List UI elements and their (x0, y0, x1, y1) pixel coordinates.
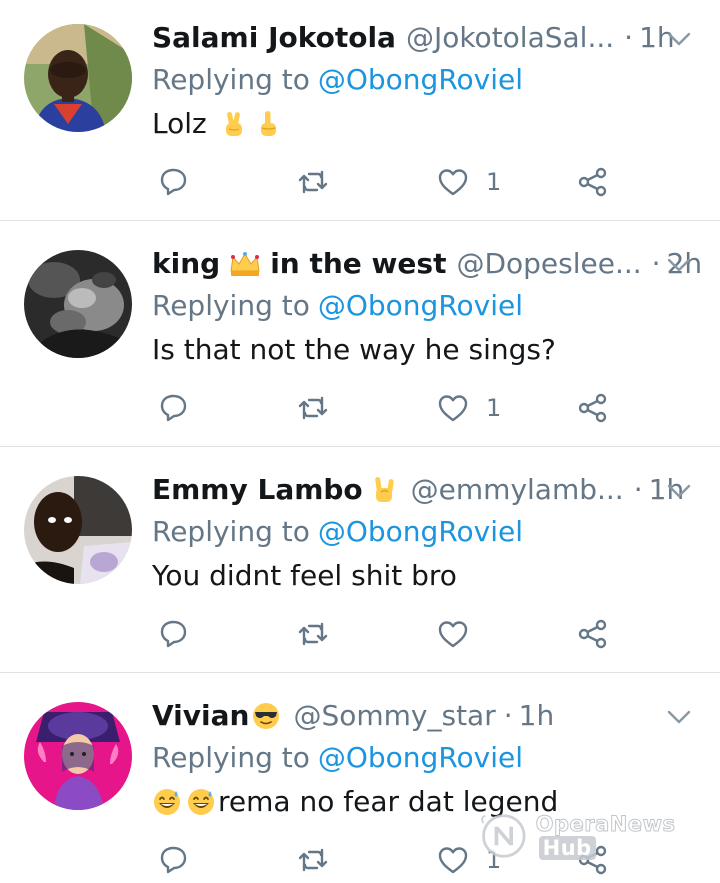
replying-to-line: Replying to @ObongRoviel (152, 286, 523, 326)
retweet-icon (298, 848, 328, 872)
replying-to-line: Replying to @ObongRoviel (152, 738, 523, 778)
heart-icon (438, 621, 468, 648)
reply-icon (160, 620, 187, 648)
retweet-button[interactable] (296, 160, 330, 204)
avatar[interactable] (24, 24, 132, 132)
avatar[interactable] (24, 250, 132, 358)
crown-icon (228, 249, 262, 279)
divider (0, 220, 720, 221)
mention-link[interactable]: @ObongRoviel (318, 289, 523, 322)
retweet-button[interactable] (296, 612, 330, 656)
separator-dot: · (651, 247, 661, 280)
tweet[interactable]: Emmy Lambo @emmylamb... · 1h Replying to… (0, 452, 720, 678)
reply-button[interactable] (156, 838, 190, 882)
victory-hand-icon (219, 109, 249, 139)
chevron-down-icon[interactable] (664, 250, 694, 280)
share-icon (578, 393, 607, 423)
retweet-button[interactable] (296, 838, 330, 882)
separator-dot: · (624, 21, 634, 54)
separator-dot: · (633, 473, 643, 506)
heart-icon (438, 395, 468, 422)
tweet-text-content: Is that not the way he sings? (152, 333, 556, 366)
retweet-icon (298, 622, 328, 646)
replies-feed: Salami Jokotola @JokotolaSal... · 1h Rep… (0, 0, 720, 883)
like-button[interactable]: 1 (436, 386, 501, 430)
divider (0, 672, 720, 673)
heart-icon (438, 847, 468, 874)
avatar[interactable] (24, 702, 132, 810)
watermark-text: OperaNewsHub (535, 812, 676, 860)
replying-to-label: Replying to (152, 741, 310, 774)
tweet-actions (152, 612, 652, 656)
user-handle[interactable]: @Dopeslee... (456, 244, 641, 284)
chevron-down-icon[interactable] (664, 476, 694, 506)
user-handle[interactable]: @emmylamb... (411, 470, 624, 510)
replying-to-label: Replying to (152, 515, 310, 548)
tweet-text: You didnt feel shit bro (152, 556, 457, 596)
reply-button[interactable] (156, 612, 190, 656)
tweet-actions: 1 (152, 386, 652, 430)
separator-dot: · (503, 699, 513, 732)
display-name-part[interactable]: king (152, 244, 220, 284)
index-pointing-up-icon (253, 109, 283, 139)
tweet-text-content: Lolz (152, 107, 207, 140)
sweat-smile-face-icon (152, 787, 182, 817)
share-button[interactable] (576, 160, 610, 204)
user-handle[interactable]: @JokotolaSal... (406, 18, 614, 58)
tweet[interactable]: Salami Jokotola @JokotolaSal... · 1h Rep… (0, 0, 720, 226)
display-name-part[interactable]: in the west (270, 244, 446, 284)
like-count: 1 (486, 394, 502, 422)
tweet-header: Salami Jokotola @JokotolaSal... · 1h (152, 18, 692, 58)
reply-icon (160, 846, 187, 874)
opera-news-logo-icon (481, 814, 526, 858)
replying-to-line: Replying to @ObongRoviel (152, 512, 523, 552)
reply-icon (160, 168, 187, 196)
share-button[interactable] (576, 386, 610, 430)
sweat-smile-face-icon (186, 787, 216, 817)
display-name[interactable]: Salami Jokotola (152, 18, 396, 58)
retweet-icon (298, 396, 328, 420)
mention-link[interactable]: @ObongRoviel (318, 741, 523, 774)
heart-icon (438, 169, 468, 196)
mention-link[interactable]: @ObongRoviel (318, 515, 523, 548)
opera-news-hub-watermark: OperaNewsHub (478, 806, 720, 866)
like-count: 1 (486, 168, 502, 196)
replying-to-label: Replying to (152, 63, 310, 96)
user-handle[interactable]: @Sommy_star (293, 696, 495, 736)
mention-link[interactable]: @ObongRoviel (318, 63, 523, 96)
chevron-down-icon[interactable] (664, 702, 694, 732)
share-icon (578, 167, 607, 197)
retweet-icon (298, 170, 328, 194)
replying-to-label: Replying to (152, 289, 310, 322)
sign-of-horns-icon (369, 475, 399, 505)
reply-icon (160, 394, 187, 422)
display-name[interactable]: Emmy Lambo (152, 470, 363, 510)
replying-to-line: Replying to @ObongRoviel (152, 60, 523, 100)
reply-button[interactable] (156, 160, 190, 204)
tweet-text: Is that not the way he sings? (152, 330, 556, 370)
sunglasses-face-icon (251, 701, 281, 731)
tweet-text-content: You didnt feel shit bro (152, 559, 457, 592)
divider (0, 446, 720, 447)
share-button[interactable] (576, 612, 610, 656)
like-button[interactable]: 1 (436, 160, 501, 204)
share-icon (578, 619, 607, 649)
like-button[interactable] (436, 612, 486, 656)
avatar[interactable] (24, 476, 132, 584)
tweet-header: Emmy Lambo @emmylamb... · 1h (152, 470, 692, 510)
timestamp[interactable]: 1h (519, 696, 555, 736)
retweet-button[interactable] (296, 386, 330, 430)
tweet-text: Lolz (152, 104, 285, 144)
tweet[interactable]: king in the west @Dopeslee... · 2h Reply… (0, 226, 720, 452)
tweet-actions: 1 (152, 160, 652, 204)
display-name[interactable]: Vivian (152, 696, 249, 736)
reply-button[interactable] (156, 386, 190, 430)
tweet-header: king in the west @Dopeslee... · 2h (152, 244, 702, 284)
watermark-hub: Hub (538, 836, 596, 860)
chevron-down-icon[interactable] (664, 24, 694, 54)
tweet-header: Vivian @Sommy_star · 1h (152, 696, 692, 736)
